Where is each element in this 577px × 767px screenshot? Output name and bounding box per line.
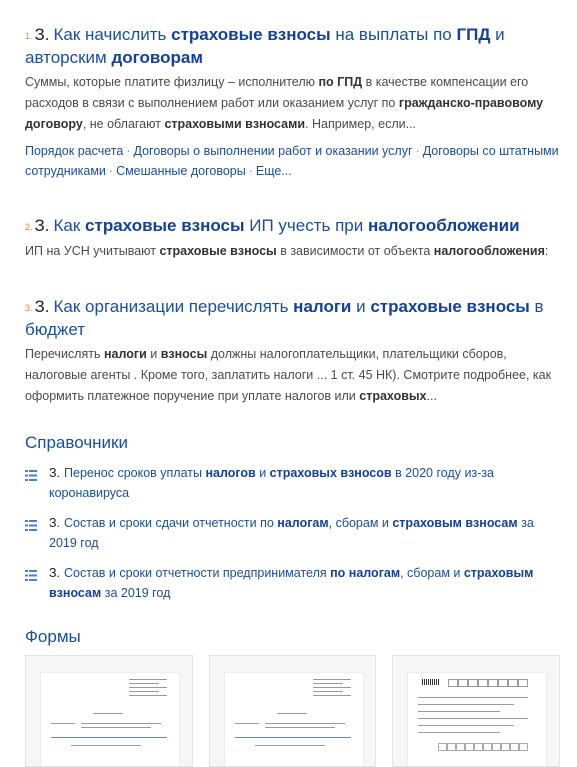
result-prefix: З. [34, 297, 50, 316]
form-thumbnail[interactable] [208, 655, 377, 767]
reference-link[interactable]: З. Перенос сроков уплаты налогов и страхо… [49, 463, 560, 503]
result-number: 3. [25, 303, 33, 313]
highlight-text: налогообложения [433, 244, 545, 258]
forms-section: Формы [25, 627, 561, 767]
result-prefix: З. [34, 216, 50, 235]
result-sublink[interactable]: Смешанные договоры [116, 164, 246, 178]
link-separator: · [248, 164, 253, 178]
reference-link[interactable]: З. Состав и сроки сдачи отчетности по нал… [49, 513, 560, 553]
result-number: 1. [25, 31, 33, 41]
text-fragment: ИП учесть при [244, 216, 368, 235]
search-result: 2. З. Как страховые взносы ИП учесть при н… [25, 215, 560, 262]
result-title-link[interactable]: 3. З. Как организации перечислять налоги и… [25, 296, 560, 341]
highlight-text: страховые взносы [171, 25, 331, 44]
highlight-text: по налогам [330, 566, 401, 580]
result-sublinks: Порядок расчета · Договоры о выполнении ра… [25, 141, 560, 181]
highlight-text: налогам [277, 516, 329, 530]
reference-prefix: З. [49, 516, 61, 530]
reference-item[interactable]: З. Перенос сроков уплаты налогов и страхо… [25, 463, 560, 503]
reference-link[interactable]: З. Состав и сроки отчетности предпринимат… [49, 563, 560, 603]
text-fragment: и [146, 347, 161, 361]
text-fragment: Как организации перечислять [53, 297, 294, 316]
highlight-text: ГПД [456, 25, 491, 44]
result-number: 2. [25, 222, 33, 232]
result-sublink[interactable]: Договоры о выполнении работ и оказании у… [133, 144, 412, 158]
text-fragment: , сборам и [400, 566, 464, 580]
result-sublink[interactable]: Порядок расчета [25, 144, 123, 158]
list-doc-icon [25, 567, 37, 581]
highlight-text: страховым взносам [392, 516, 518, 530]
link-separator: · [126, 144, 131, 158]
search-result: 3. З. Как организации перечислять налоги и… [25, 296, 560, 407]
highlight-text: налогов [205, 466, 256, 480]
highlight-text: страховые взносы [85, 216, 245, 235]
text-fragment: и [351, 297, 371, 316]
highlight-text: страховыми взносами [164, 117, 306, 131]
highlight-text: взносы [160, 347, 208, 361]
highlight-text: по ГПД [318, 75, 363, 89]
text-fragment: ... [426, 389, 437, 403]
text-fragment: Состав и сроки сдачи отчетности по [64, 516, 278, 530]
result-sublink[interactable]: Еще... [256, 164, 292, 178]
text-fragment: , не облагают [82, 117, 165, 131]
result-snippet: Перечислять налоги и взносы должны налог… [25, 344, 560, 407]
result-snippet: ИП на УСН учитывают страховые взносы в з… [25, 241, 560, 262]
form-thumbnail[interactable] [392, 655, 561, 767]
results-list: 1. З. Как начислить страховые взносы на вы… [25, 24, 560, 407]
form-preview-image [40, 672, 180, 766]
highlight-text: налоги [293, 297, 352, 316]
highlight-text: страховых взносов [269, 466, 392, 480]
list-doc-icon [25, 467, 37, 481]
search-results: 1. З. Как начислить страховые взносы на вы… [25, 24, 561, 767]
highlight-text: налоги [103, 347, 147, 361]
text-fragment: , сборам и [328, 516, 393, 530]
highlight-text: налогообложении [367, 216, 520, 235]
link-separator: · [108, 164, 114, 178]
reference-item[interactable]: З. Состав и сроки отчетности предпринимат… [25, 563, 560, 603]
search-result: 1. З. Как начислить страховые взносы на вы… [25, 24, 560, 181]
text-fragment: и [255, 466, 270, 480]
result-title-link[interactable]: 2. З. Как страховые взносы ИП учесть при н… [25, 215, 560, 238]
text-fragment: в зависимости от объекта [276, 244, 434, 258]
text-fragment: Суммы, которые платите физлицу – исполни… [25, 75, 319, 89]
result-snippet: Суммы, которые платите физлицу – исполни… [25, 72, 560, 135]
text-fragment: Как начислить [53, 25, 172, 44]
text-fragment: Перечислять [25, 347, 104, 361]
text-fragment: : [544, 244, 549, 258]
text-fragment: на выплаты по [330, 25, 457, 44]
form-preview-image [223, 672, 364, 766]
forms-row [25, 655, 561, 767]
text-fragment: за 2019 год [101, 586, 171, 600]
references-list: З. Перенос сроков уплаты налогов и страхо… [25, 463, 560, 603]
highlight-text: страховые взносы [370, 297, 530, 316]
forms-heading: Формы [25, 627, 81, 646]
highlight-text: страховых [359, 389, 427, 403]
text-fragment: ИП на УСН учитывают [25, 244, 160, 258]
text-fragment: Состав и сроки отчетности предпринимател… [64, 566, 331, 580]
result-prefix: З. [34, 25, 50, 44]
form-preview-image [407, 672, 548, 766]
reference-item[interactable]: З. Состав и сроки сдачи отчетности по нал… [25, 513, 560, 553]
link-separator: · [415, 144, 420, 158]
text-fragment: Как [53, 216, 86, 235]
references-heading: Справочники [25, 433, 128, 452]
reference-prefix: З. [49, 566, 61, 580]
highlight-text: договорам [111, 48, 203, 67]
references-section: Справочники З. Перенос сроков уплаты нало… [25, 433, 560, 603]
reference-prefix: З. [49, 466, 61, 480]
text-fragment: . Например, если... [305, 117, 417, 131]
result-title-link[interactable]: 1. З. Как начислить страховые взносы на вы… [25, 24, 560, 69]
list-doc-icon [25, 517, 37, 531]
highlight-text: страховые взносы [159, 244, 277, 258]
form-thumbnail[interactable] [25, 655, 193, 767]
text-fragment: Перенос сроков уплаты [64, 466, 206, 480]
